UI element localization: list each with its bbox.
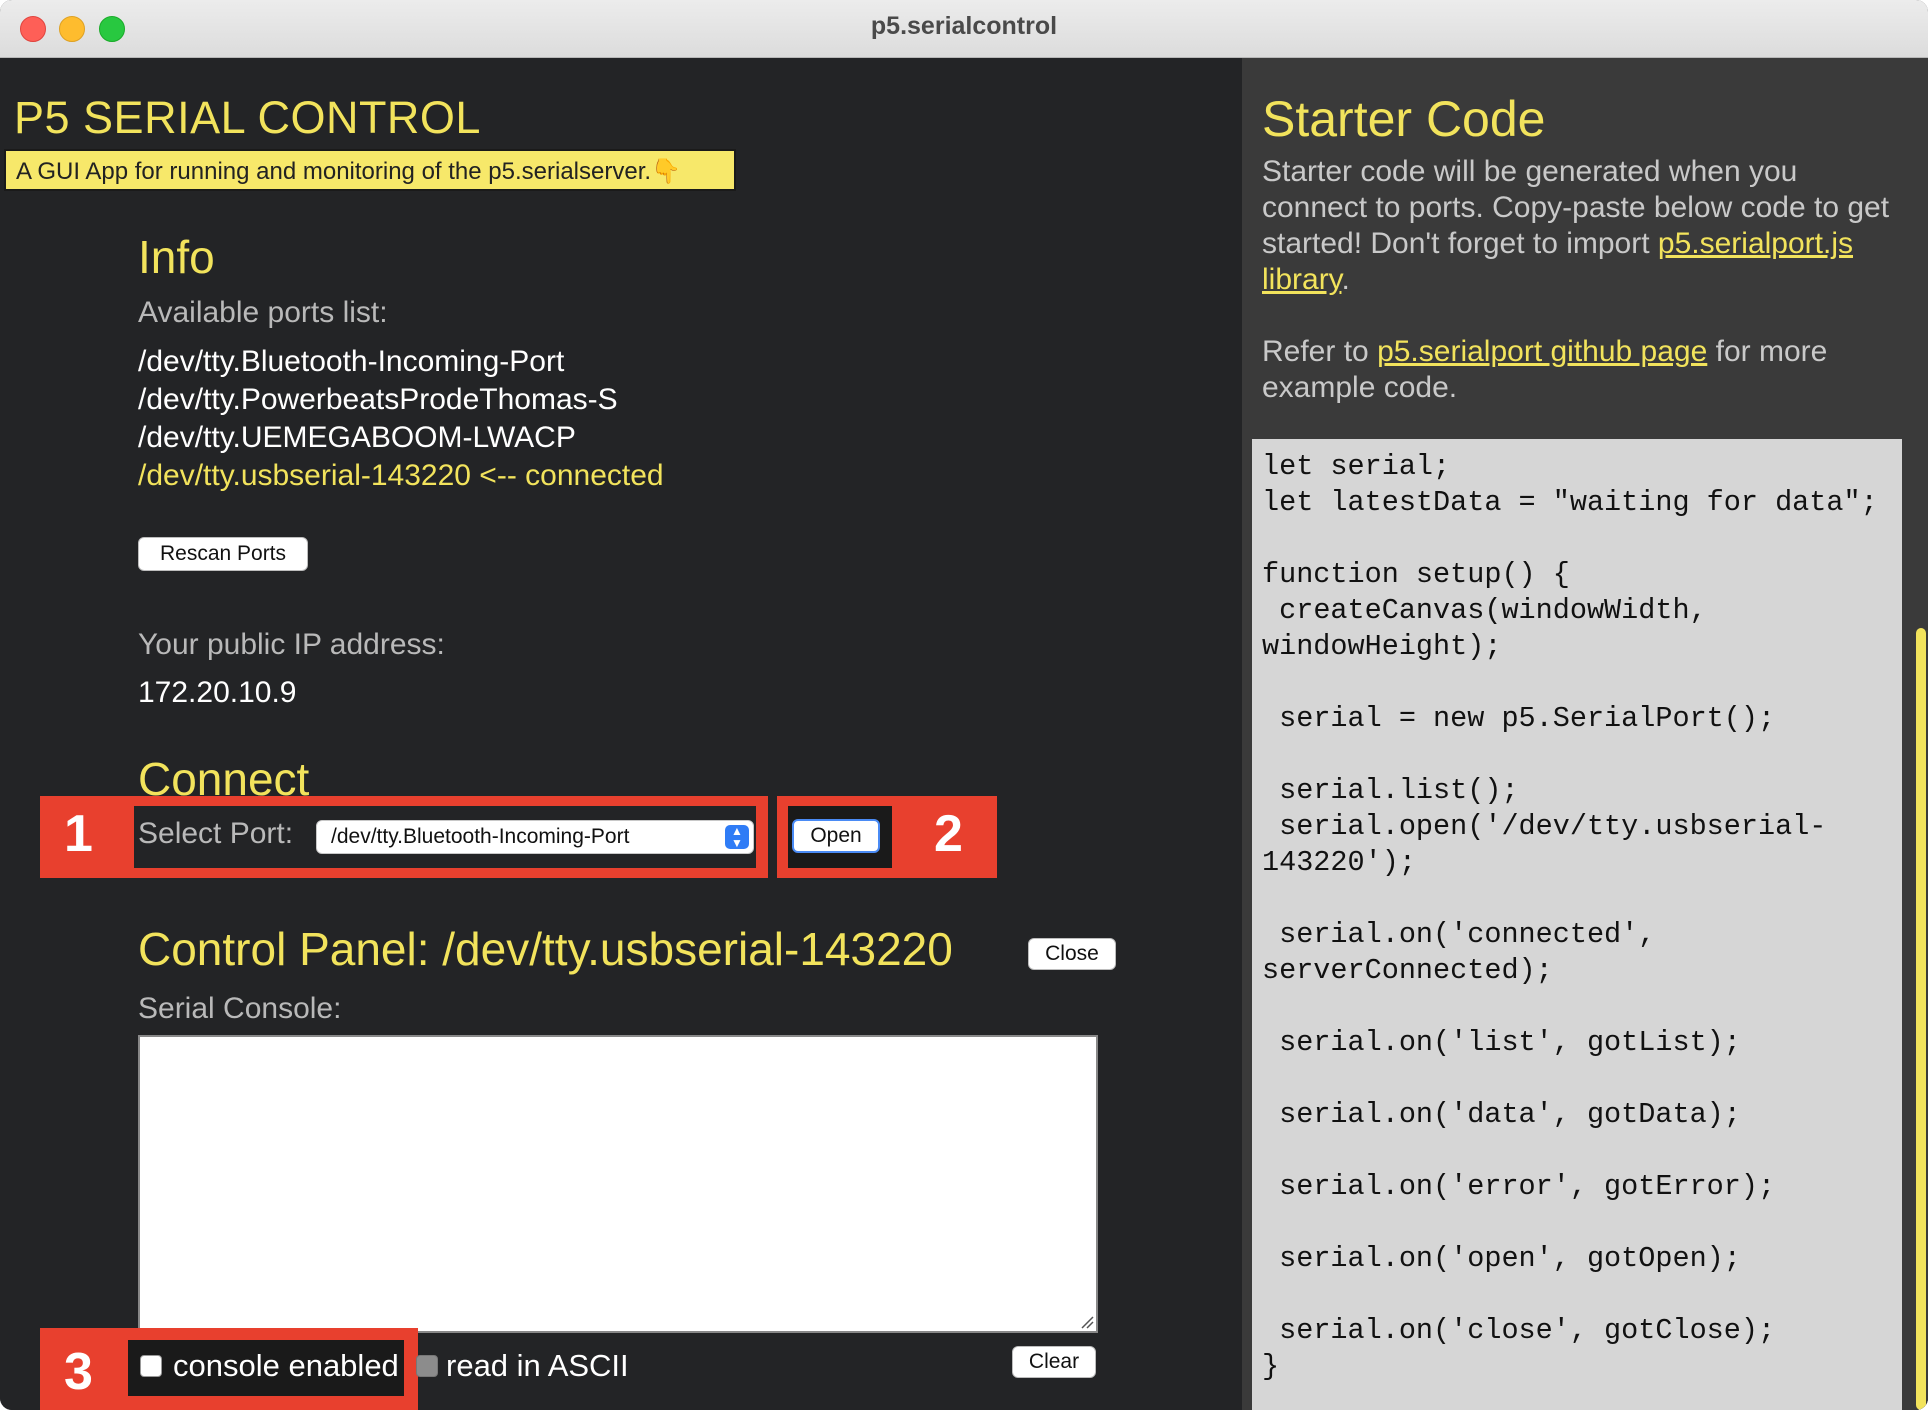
annotation-number-1: 1	[64, 805, 93, 863]
starter-code-text: let serial; let latestData = "waiting fo…	[1262, 450, 1878, 1383]
open-button[interactable]: Open	[792, 819, 880, 853]
app-title: P5 SERIAL CONTROL	[14, 92, 481, 143]
serial-console-label: Serial Console:	[138, 992, 342, 1025]
port-select-value: /dev/tty.Bluetooth-Incoming-Port	[331, 825, 630, 848]
control-pane: P5 SERIAL CONTROL A GUI App for running …	[0, 58, 1242, 1410]
info-heading: Info	[138, 231, 215, 283]
starter-code-reference: Refer to p5.serialport github page for m…	[1262, 334, 1902, 406]
read-ascii-label: read in ASCII	[446, 1348, 629, 1383]
read-ascii-checkbox[interactable]	[416, 1355, 438, 1377]
scrollbar-thumb[interactable]	[1916, 628, 1926, 1410]
ip-value: 172.20.10.9	[138, 676, 297, 709]
clear-console-button[interactable]: Clear	[1012, 1346, 1096, 1378]
window-title: p5.serialcontrol	[870, 12, 1058, 40]
starter-code-heading: Starter Code	[1262, 91, 1546, 147]
chevron-updown-icon: ▲ ▼	[725, 825, 749, 849]
port-list-item: /dev/tty.PowerbeatsProdeThomas-S	[138, 383, 618, 416]
app-window: p5.serialcontrol P5 SERIAL CONTROL A GUI…	[0, 0, 1928, 1410]
console-enabled-label: console enabled	[173, 1348, 399, 1383]
control-panel-heading: Control Panel: /dev/tty.usbserial-143220	[138, 923, 953, 975]
starter-code-block[interactable]: let serial; let latestData = "waiting fo…	[1252, 439, 1902, 1410]
starter-code-description: Starter code will be generated when you …	[1262, 154, 1902, 298]
ports-list-label: Available ports list:	[138, 296, 388, 329]
starter-code-pane: Starter Code Starter code will be genera…	[1242, 58, 1928, 1410]
port-list-item: /dev/tty.UEMEGABOOM-LWACP	[138, 421, 576, 454]
port-select[interactable]: /dev/tty.Bluetooth-Incoming-Port ▲ ▼	[316, 820, 754, 854]
title-bar: p5.serialcontrol	[0, 0, 1928, 58]
rescan-ports-button[interactable]: Rescan Ports	[138, 537, 308, 571]
annotation-number-3: 3	[64, 1343, 93, 1401]
select-port-label: Select Port:	[138, 817, 294, 850]
app-subtitle: A GUI App for running and monitoring of …	[4, 149, 736, 191]
resize-handle-icon[interactable]	[1080, 1315, 1094, 1329]
port-list-item-connected: /dev/tty.usbserial-143220 <-- connected	[138, 459, 664, 492]
annotation-number-2: 2	[934, 805, 963, 863]
starter-desc-end: .	[1341, 263, 1350, 296]
port-list-item: /dev/tty.Bluetooth-Incoming-Port	[138, 345, 565, 378]
console-enabled-checkbox[interactable]	[140, 1355, 162, 1377]
close-port-button[interactable]: Close	[1028, 938, 1116, 970]
serial-console-textarea[interactable]	[138, 1035, 1098, 1333]
refer-text: Refer to	[1262, 335, 1378, 368]
github-page-link[interactable]: p5.serialport github page	[1377, 335, 1707, 368]
ip-label: Your public IP address:	[138, 628, 445, 661]
